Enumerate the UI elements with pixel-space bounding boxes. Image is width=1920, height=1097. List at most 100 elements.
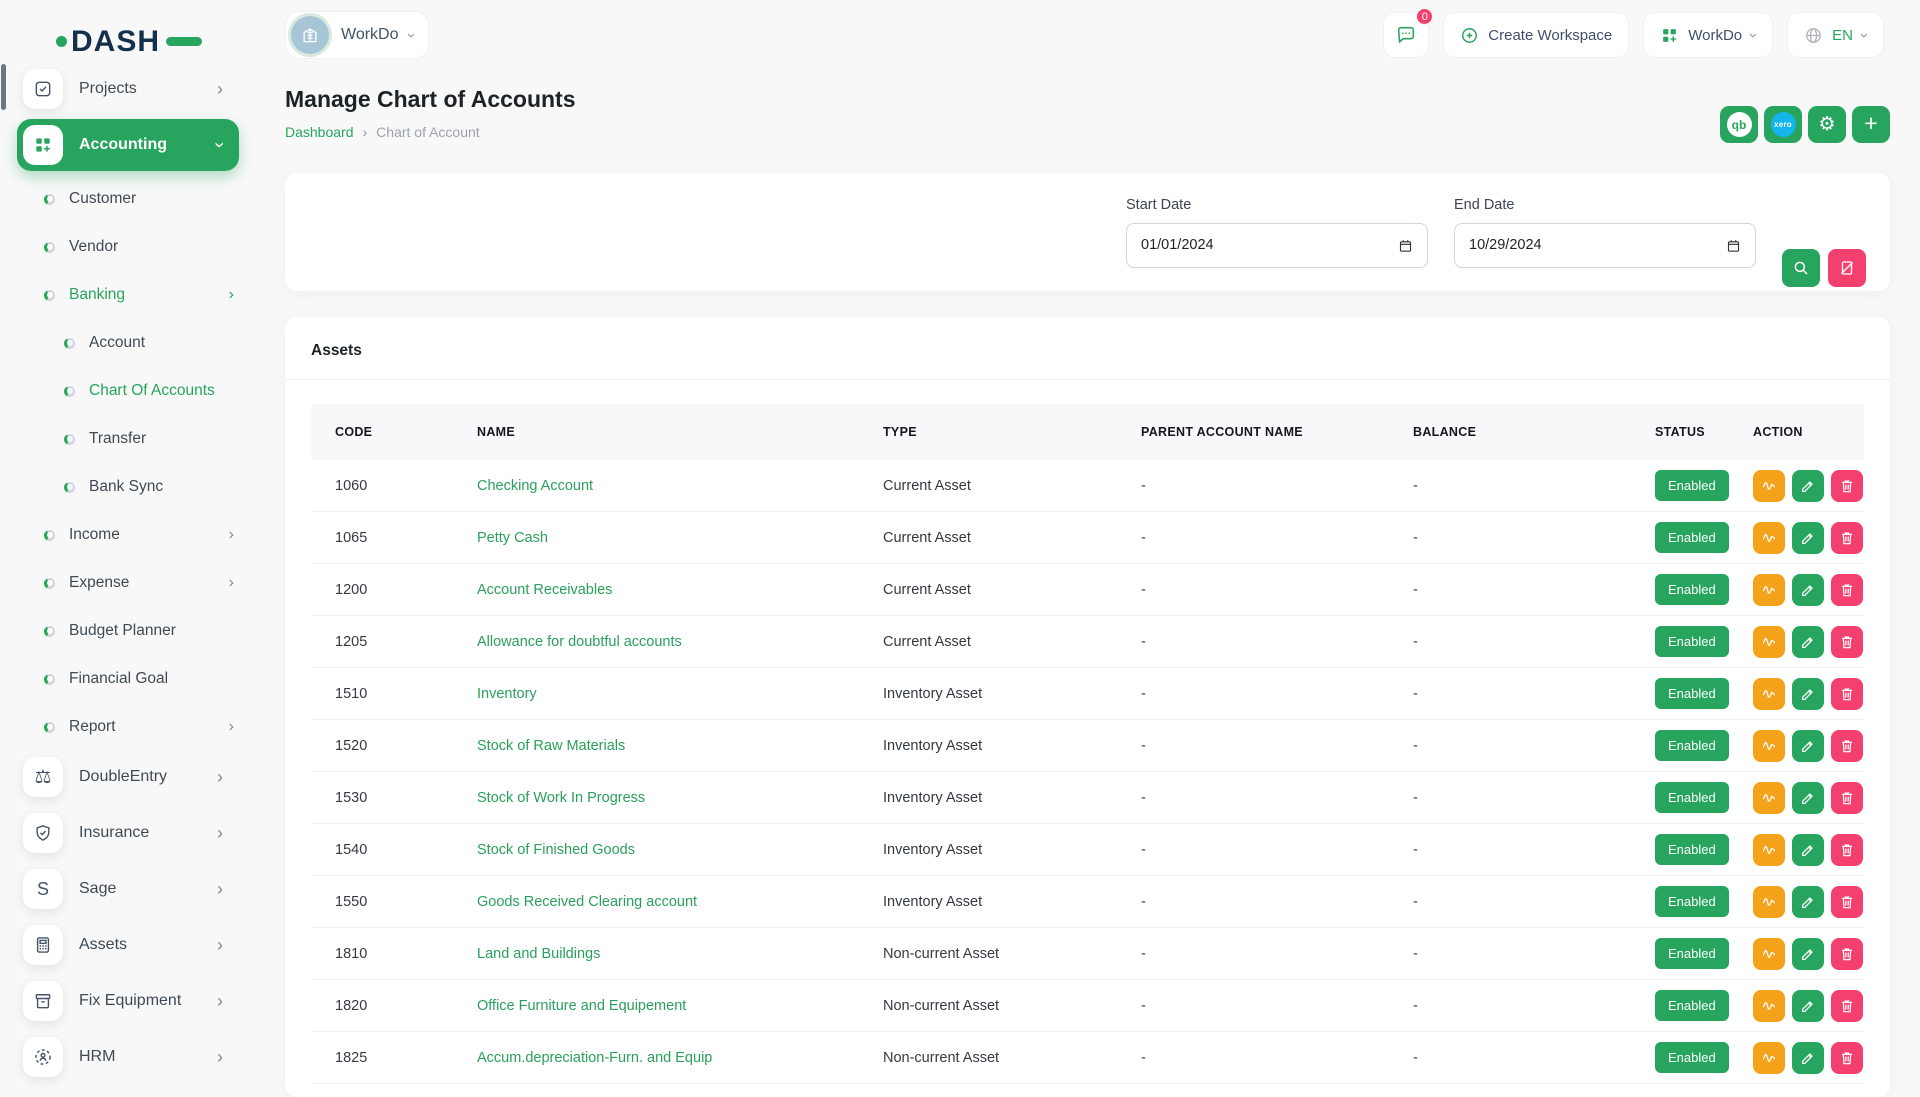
delete-button[interactable] <box>1831 938 1863 970</box>
sidebar-item-hrm[interactable]: HRM› <box>17 1031 239 1083</box>
breadcrumb-dashboard-link[interactable]: Dashboard <box>285 124 354 140</box>
account-name-link[interactable]: Land and Buildings <box>477 946 600 962</box>
journal-activity-button[interactable] <box>1753 938 1785 970</box>
sidebar-item-bank-sync[interactable]: Bank Sync <box>17 463 258 511</box>
edit-button[interactable] <box>1792 470 1824 502</box>
edit-button[interactable] <box>1792 834 1824 866</box>
edit-button[interactable] <box>1792 886 1824 918</box>
sidebar-item-accounting[interactable]: Accounting› <box>17 119 239 171</box>
account-name-link[interactable]: Account Receivables <box>477 582 612 598</box>
sidebar-item-vendor[interactable]: Vendor <box>17 223 258 271</box>
sidebar-item-transfer[interactable]: Transfer <box>17 415 258 463</box>
delete-button[interactable] <box>1831 470 1863 502</box>
edit-button[interactable] <box>1792 782 1824 814</box>
journal-activity-button[interactable] <box>1753 574 1785 606</box>
sidebar-item-assets[interactable]: Assets› <box>17 919 239 971</box>
account-name-link[interactable]: Accum.depreciation-Furn. and Equip <box>477 1050 712 1066</box>
status-badge[interactable]: Enabled <box>1655 522 1729 553</box>
status-badge[interactable]: Enabled <box>1655 626 1729 657</box>
delete-button[interactable] <box>1831 990 1863 1022</box>
account-name-link[interactable]: Goods Received Clearing account <box>477 894 697 910</box>
status-badge[interactable]: Enabled <box>1655 730 1729 761</box>
delete-button[interactable] <box>1831 1042 1863 1074</box>
account-name-link[interactable]: Office Furniture and Equipement <box>477 998 686 1014</box>
xero-button[interactable]: xero <box>1764 106 1802 143</box>
sidebar-item-sage[interactable]: SSage› <box>17 863 239 915</box>
status-badge[interactable]: Enabled <box>1655 782 1729 813</box>
delete-button[interactable] <box>1831 730 1863 762</box>
status-badge[interactable]: Enabled <box>1655 574 1729 605</box>
sidebar-item-fix-equipment[interactable]: Fix Equipment› <box>17 975 239 1027</box>
account-name-link[interactable]: Allowance for doubtful accounts <box>477 634 682 650</box>
edit-button[interactable] <box>1792 730 1824 762</box>
sidebar-item-budget-planner[interactable]: Budget Planner <box>17 607 258 655</box>
journal-activity-button[interactable] <box>1753 990 1785 1022</box>
status-badge[interactable]: Enabled <box>1655 834 1729 865</box>
delete-button[interactable] <box>1831 574 1863 606</box>
edit-button[interactable] <box>1792 678 1824 710</box>
quickbooks-button[interactable]: qb <box>1720 106 1758 143</box>
journal-activity-button[interactable] <box>1753 626 1785 658</box>
workspace-selector[interactable]: WorkDo › <box>285 11 429 59</box>
journal-activity-button[interactable] <box>1753 522 1785 554</box>
delete-button[interactable] <box>1831 678 1863 710</box>
delete-button[interactable] <box>1831 522 1863 554</box>
sidebar-item-insurance[interactable]: Insurance› <box>17 807 239 859</box>
add-account-button[interactable]: + <box>1852 106 1890 143</box>
delete-button[interactable] <box>1831 782 1863 814</box>
sidebar-item-expense[interactable]: Expense› <box>17 559 258 607</box>
delete-button[interactable] <box>1831 886 1863 918</box>
status-badge[interactable]: Enabled <box>1655 938 1729 969</box>
chat-icon <box>1395 24 1417 46</box>
edit-button[interactable] <box>1792 522 1824 554</box>
sidebar-item-income[interactable]: Income› <box>17 511 258 559</box>
language-selector[interactable]: EN › <box>1787 12 1884 58</box>
breadcrumb-separator: › <box>363 124 368 140</box>
edit-button[interactable] <box>1792 626 1824 658</box>
delete-button[interactable] <box>1831 626 1863 658</box>
edit-button[interactable] <box>1792 574 1824 606</box>
table-row: 1550 Goods Received Clearing account Inv… <box>311 876 1864 928</box>
apply-filter-button[interactable] <box>1782 249 1820 287</box>
edit-button[interactable] <box>1792 1042 1824 1074</box>
delete-button[interactable] <box>1831 834 1863 866</box>
brand-logo[interactable]: DASH <box>0 0 258 63</box>
journal-activity-button[interactable] <box>1753 678 1785 710</box>
sidebar-item-doubleentry[interactable]: ⚖DoubleEntry› <box>17 751 239 803</box>
status-badge[interactable]: Enabled <box>1655 990 1729 1021</box>
sidebar-item-financial-goal[interactable]: Financial Goal <box>17 655 258 703</box>
journal-activity-button[interactable] <box>1753 470 1785 502</box>
journal-activity-button[interactable] <box>1753 886 1785 918</box>
sidebar-item-account[interactable]: Account <box>17 319 258 367</box>
status-badge[interactable]: Enabled <box>1655 1042 1729 1073</box>
edit-button[interactable] <box>1792 990 1824 1022</box>
end-date-input[interactable]: 10/29/2024 <box>1454 223 1756 268</box>
sidebar-item-customer[interactable]: Customer <box>17 175 258 223</box>
edit-button[interactable] <box>1792 938 1824 970</box>
account-name-link[interactable]: Checking Account <box>477 478 593 494</box>
status-badge[interactable]: Enabled <box>1655 470 1729 501</box>
reset-filter-button[interactable] <box>1828 249 1866 287</box>
start-date-input[interactable]: 01/01/2024 <box>1126 223 1428 268</box>
account-name-link[interactable]: Stock of Raw Materials <box>477 738 625 754</box>
journal-activity-button[interactable] <box>1753 834 1785 866</box>
journal-activity-button[interactable] <box>1753 782 1785 814</box>
sidebar-item-projects[interactable]: Projects› <box>17 63 239 115</box>
account-name-link[interactable]: Stock of Finished Goods <box>477 842 635 858</box>
account-name-link[interactable]: Petty Cash <box>477 530 548 546</box>
journal-activity-button[interactable] <box>1753 1042 1785 1074</box>
status-badge[interactable]: Enabled <box>1655 678 1729 709</box>
sidebar-item-chart-of-accounts[interactable]: Chart Of Accounts <box>17 367 258 415</box>
create-workspace-button[interactable]: Create Workspace <box>1443 12 1629 58</box>
sidebar-item-report[interactable]: Report› <box>17 703 258 751</box>
sidebar-item-banking[interactable]: Banking› <box>17 271 258 319</box>
journal-activity-button[interactable] <box>1753 730 1785 762</box>
settings-button[interactable]: ⚙ <box>1808 106 1846 143</box>
status-badge[interactable]: Enabled <box>1655 886 1729 917</box>
account-name-link[interactable]: Inventory <box>477 686 537 702</box>
messages-button[interactable]: 0 <box>1383 12 1429 58</box>
account-balance: - <box>1389 478 1631 494</box>
account-name-link[interactable]: Stock of Work In Progress <box>477 790 645 806</box>
sidebar-scrollbar[interactable] <box>1 64 6 110</box>
app-menu-button[interactable]: WorkDo › <box>1643 12 1773 58</box>
